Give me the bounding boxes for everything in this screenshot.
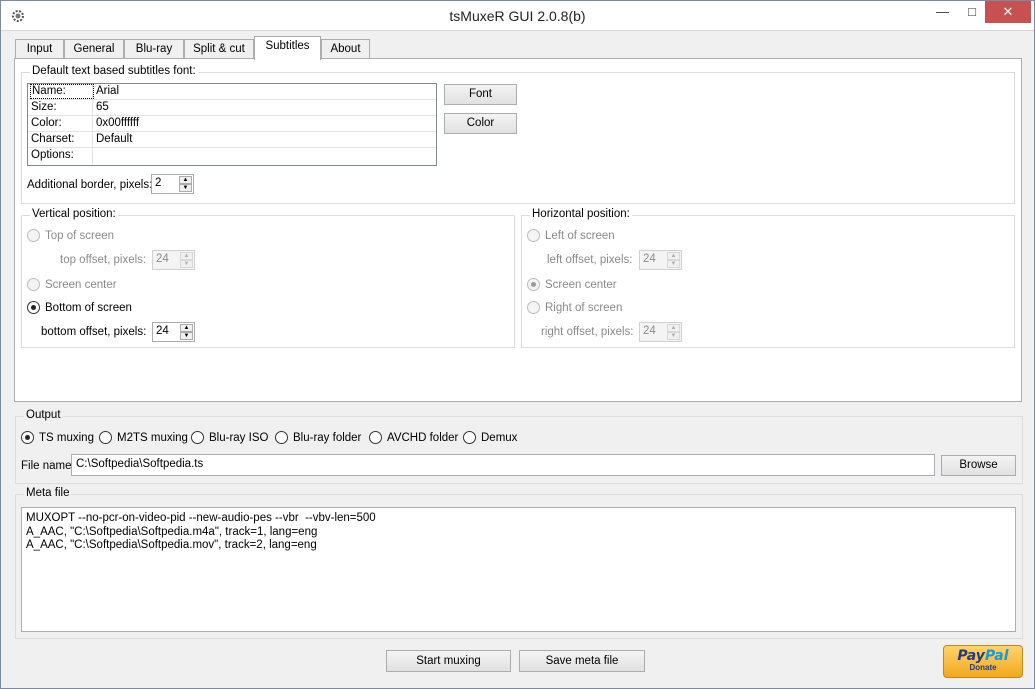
title-bar: tsMuxeR GUI 2.0.8(b) — □ ✕ — [1, 1, 1034, 31]
ts-muxing-radio[interactable] — [21, 431, 34, 444]
demux-label: Demux — [481, 432, 518, 444]
property-name: Color: — [31, 117, 62, 129]
spin-up-icon[interactable]: ▲ — [667, 252, 680, 260]
browse-button[interactable]: Browse — [941, 455, 1016, 476]
screen-center-horizontal-radio[interactable] — [527, 278, 540, 291]
color-button[interactable]: Color — [444, 113, 517, 134]
property-name: Name: — [30, 84, 94, 99]
spin-up-icon[interactable]: ▲ — [667, 324, 680, 332]
left-of-screen-label: Left of screen — [545, 230, 615, 242]
spin-down-icon[interactable]: ▼ — [180, 332, 193, 340]
vertical-group-title: Vertical position: — [30, 208, 118, 220]
horizontal-group-title: Horizontal position: — [530, 208, 632, 220]
property-name: Charset: — [31, 133, 75, 145]
right-offset-value[interactable]: 24 — [643, 325, 656, 337]
demux-radio[interactable] — [463, 431, 476, 444]
blu-ray-iso-radio[interactable] — [191, 431, 204, 444]
screen-center-horizontal-label: Screen center — [545, 279, 617, 291]
tab-input[interactable]: Input — [15, 39, 64, 59]
spin-down-icon[interactable]: ▼ — [180, 260, 193, 268]
blu-ray-iso-label: Blu-ray ISO — [209, 432, 269, 444]
top-offset-value[interactable]: 24 — [156, 253, 169, 265]
tab-general[interactable]: General — [64, 39, 124, 59]
spin-up-icon[interactable]: ▲ — [180, 324, 193, 332]
bottom-offset-label: bottom offset, pixels: — [41, 326, 147, 338]
close-button[interactable]: ✕ — [985, 1, 1031, 23]
tab-split-cut[interactable]: Split & cut — [184, 39, 254, 59]
spin-up-icon[interactable]: ▲ — [179, 176, 192, 184]
border-spinbox[interactable]: 2 ▲ ▼ — [151, 174, 194, 194]
app-window: tsMuxeR GUI 2.0.8(b) — □ ✕ Input General… — [0, 0, 1035, 689]
border-label: Additional border, pixels: — [27, 179, 153, 191]
property-value[interactable]: 65 — [96, 101, 109, 113]
right-of-screen-label: Right of screen — [545, 302, 623, 314]
property-row[interactable]: Color: 0x00ffffff — [28, 116, 436, 132]
left-offset-spinbox[interactable]: 24 ▲ ▼ — [639, 250, 682, 270]
paypal-donate-label: Donate — [969, 663, 997, 672]
left-of-screen-radio[interactable] — [527, 229, 540, 242]
property-name: Options: — [31, 149, 74, 161]
property-row[interactable]: Charset: Default — [28, 132, 436, 148]
font-properties-grid: Name: Arial Size: 65 Color: 0x00ffffff C… — [27, 83, 437, 166]
avchd-folder-radio[interactable] — [369, 431, 382, 444]
ts-muxing-label: TS muxing — [39, 432, 94, 444]
screen-center-vertical-label: Screen center — [45, 279, 117, 291]
right-offset-spinbox[interactable]: 24 ▲ ▼ — [639, 322, 682, 342]
top-offset-label: top offset, pixels: — [60, 254, 147, 266]
tab-about[interactable]: About — [321, 39, 370, 59]
paypal-logo-pal: Pal — [984, 648, 1009, 664]
tab-blu-ray[interactable]: Blu-ray — [124, 39, 184, 59]
left-offset-label: left offset, pixels: — [547, 254, 633, 266]
bottom-offset-spinbox[interactable]: 24 ▲ ▼ — [152, 322, 195, 342]
m2ts-muxing-label: M2TS muxing — [117, 432, 188, 444]
left-offset-value[interactable]: 24 — [643, 253, 656, 265]
property-value[interactable]: Arial — [96, 85, 119, 97]
spin-down-icon[interactable]: ▼ — [667, 332, 680, 340]
bottom-of-screen-label: Bottom of screen — [45, 302, 132, 314]
paypal-logo: PayPal — [944, 648, 1022, 664]
top-of-screen-label: Top of screen — [45, 230, 115, 242]
output-group-title: Output — [24, 409, 63, 421]
paypal-logo-pay: Pay — [957, 648, 985, 664]
meta-group-title: Meta file — [24, 487, 72, 499]
font-group-title: Default text based subtitles font: — [30, 65, 198, 77]
border-value[interactable]: 2 — [155, 177, 161, 189]
meta-line: A_AAC, "C:\Softpedia\Softpedia.m4a", tra… — [26, 525, 318, 538]
maximize-button[interactable]: □ — [959, 1, 985, 23]
spin-down-icon[interactable]: ▼ — [179, 184, 192, 192]
top-of-screen-radio[interactable] — [27, 229, 40, 242]
m2ts-muxing-radio[interactable] — [99, 431, 112, 444]
property-name: Size: — [31, 101, 57, 113]
bottom-offset-value[interactable]: 24 — [156, 325, 169, 337]
font-button[interactable]: Font — [444, 84, 517, 105]
spin-up-icon[interactable]: ▲ — [180, 252, 193, 260]
file-name-label: File name — [21, 460, 72, 472]
avchd-folder-label: AVCHD folder — [387, 432, 459, 444]
start-muxing-button[interactable]: Start muxing — [386, 650, 511, 672]
property-row[interactable]: Size: 65 — [28, 100, 436, 116]
property-value[interactable]: 0x00ffffff — [96, 117, 139, 129]
meta-line: A_AAC, "C:\Softpedia\Softpedia.mov", tra… — [26, 539, 317, 551]
blu-ray-folder-radio[interactable] — [275, 431, 288, 444]
property-row[interactable]: Name: Arial — [28, 84, 436, 100]
meta-line: MUXOPT --no-pcr-on-video-pid --new-audio… — [26, 512, 376, 524]
window-title: tsMuxeR GUI 2.0.8(b) — [449, 8, 586, 24]
right-of-screen-radio[interactable] — [527, 301, 540, 314]
file-name-input[interactable]: C:\Softpedia\Softpedia.ts — [71, 454, 935, 476]
blu-ray-folder-label: Blu-ray folder — [293, 432, 362, 444]
paypal-donate-button[interactable]: PayPal Donate — [943, 645, 1023, 678]
property-row[interactable]: Options: — [28, 148, 436, 164]
bottom-of-screen-radio[interactable] — [27, 301, 40, 314]
property-value[interactable]: Default — [96, 133, 132, 145]
save-meta-file-button[interactable]: Save meta file — [519, 650, 645, 672]
tab-subtitles[interactable]: Subtitles — [254, 36, 321, 60]
meta-file-textarea[interactable]: MUXOPT --no-pcr-on-video-pid --new-audio… — [21, 507, 1016, 632]
top-offset-spinbox[interactable]: 24 ▲ ▼ — [152, 250, 195, 270]
right-offset-label: right offset, pixels: — [541, 326, 634, 338]
screen-center-vertical-radio[interactable] — [27, 278, 40, 291]
minimize-button[interactable]: — — [926, 1, 959, 23]
spin-down-icon[interactable]: ▼ — [667, 260, 680, 268]
